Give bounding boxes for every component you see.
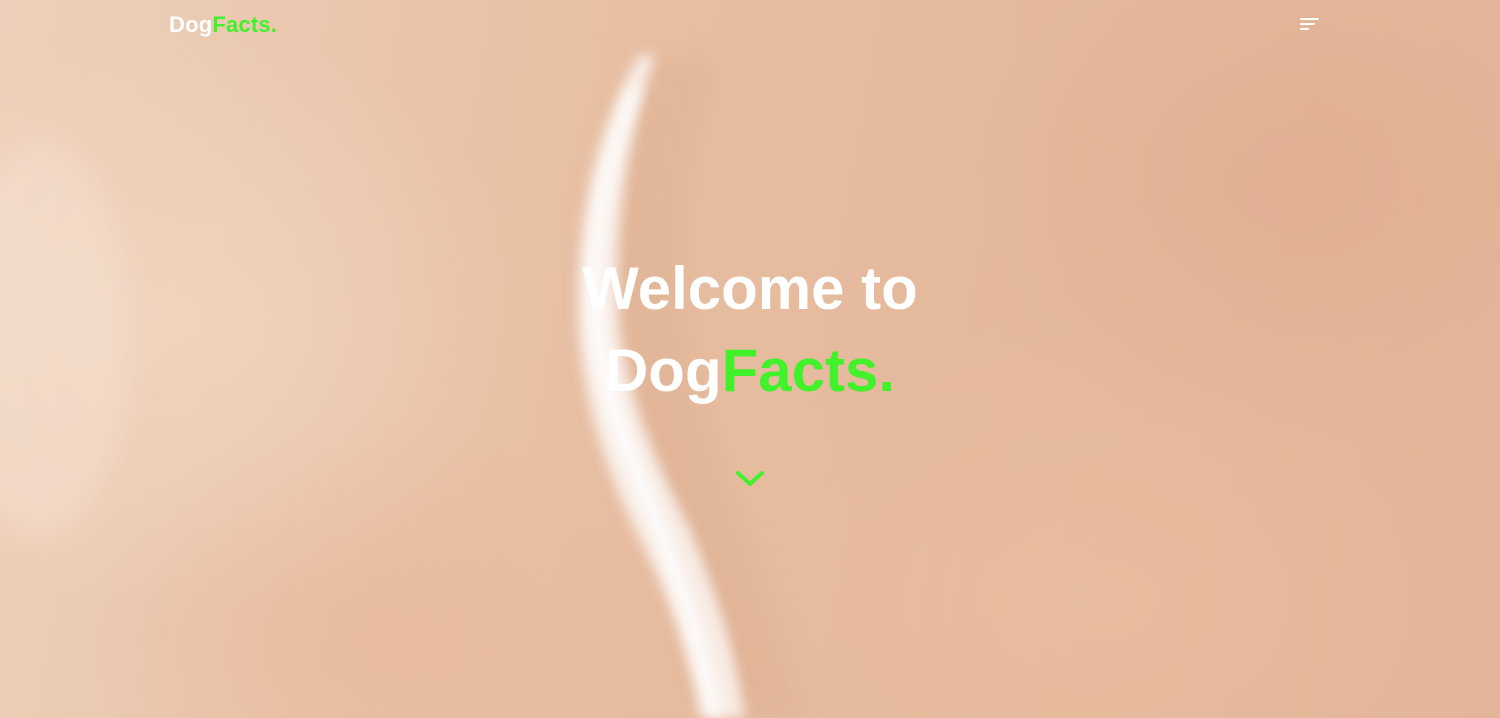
- logo-text-dog: Dog: [169, 12, 213, 37]
- logo-text-facts: Facts.: [212, 12, 278, 37]
- menu-button[interactable]: [1296, 14, 1324, 36]
- hero-title-line1: Welcome to: [582, 255, 918, 322]
- hero-title: Welcome to DogFacts.: [450, 248, 1050, 412]
- logo-link[interactable]: DogFacts.: [169, 12, 277, 38]
- chevron-down-icon: [736, 471, 764, 486]
- hero-title-facts: Facts.: [721, 337, 896, 404]
- navbar: DogFacts.: [0, 0, 1500, 50]
- hero-title-line2: DogFacts.: [450, 330, 1050, 412]
- hero-title-dog: Dog: [604, 337, 722, 404]
- scroll-down-button[interactable]: [733, 466, 767, 492]
